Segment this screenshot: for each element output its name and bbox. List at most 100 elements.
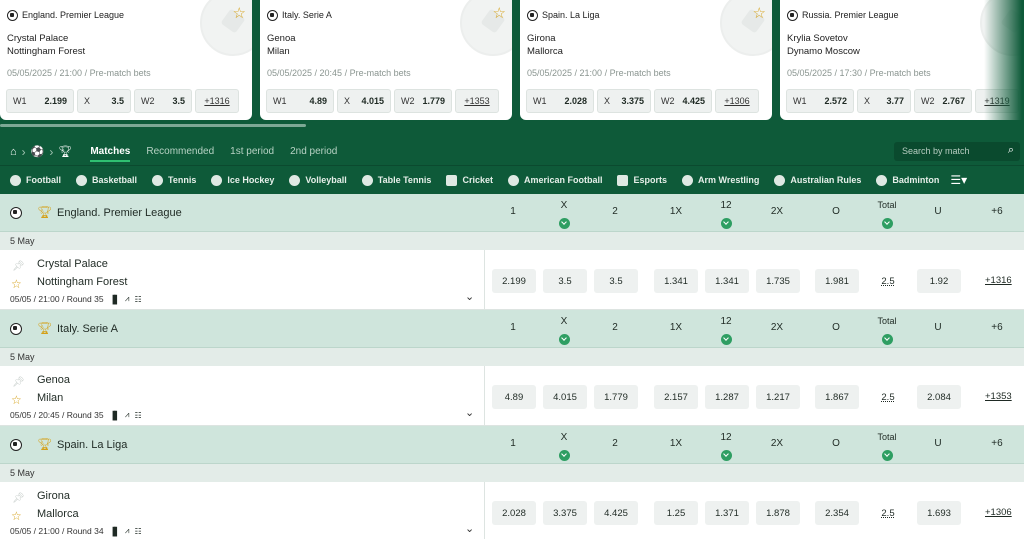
pin-icon[interactable]: 📌︎ (12, 261, 25, 272)
odd-cell[interactable]: 1.217 (756, 385, 800, 409)
sport-australian-rules[interactable]: Australian Rules (774, 174, 861, 186)
odd-w1-button[interactable]: W1 2.199 (6, 89, 74, 113)
chevron-down-icon[interactable] (721, 218, 732, 229)
expand-chevron-icon[interactable]: ⌄ (465, 406, 474, 419)
odd-cell[interactable]: 1.779 (594, 385, 638, 409)
odd-cell[interactable]: 2.084 (917, 385, 961, 409)
away-team[interactable]: Mallorca (37, 508, 79, 520)
search-icon[interactable]: ⌕ (1008, 144, 1014, 157)
odd-cell[interactable]: 1.867 (815, 385, 859, 409)
odd-cell[interactable]: 1.287 (705, 385, 749, 409)
chevron-down-icon[interactable] (721, 450, 732, 461)
away-team[interactable]: Milan (37, 392, 63, 404)
odd-x-button[interactable]: X 4.015 (337, 89, 391, 113)
carousel-scrollbar[interactable] (0, 124, 306, 127)
odd-cell[interactable]: 4.89 (492, 385, 536, 409)
chart-icon[interactable]: ⩘ (125, 526, 129, 536)
sport-table-tennis[interactable]: Table Tennis (361, 174, 431, 186)
favorite-star-icon[interactable]: ☆ (233, 6, 246, 21)
odd-cell[interactable]: 1.371 (705, 501, 749, 525)
more-markets-link[interactable]: +1316 (195, 89, 239, 113)
sport-football[interactable]: Football (10, 174, 61, 186)
more-markets-link[interactable]: +1306 (985, 507, 1012, 518)
match-row[interactable]: 📌︎ ☆ Genoa Milan 05/05 / 20:45 / Round 35 ▐▌ ⩘… (0, 366, 1024, 426)
odd-cell[interactable]: 3.5 (594, 269, 638, 293)
odd-w2-button[interactable]: W2 1.779 (394, 89, 452, 113)
chevron-down-icon[interactable] (721, 334, 732, 345)
tab-1st-period[interactable]: 1st period (230, 146, 274, 157)
league-header[interactable]: 🏆︎ England. Premier League 1 X 2 1X 12 2X O Total… (0, 194, 1024, 232)
favorite-star-icon[interactable]: ☆ (11, 393, 22, 407)
featured-card[interactable]: England. Premier League ☆ Crystal Palace… (0, 0, 252, 120)
home-team[interactable]: Girona (37, 490, 70, 502)
sports-menu-icon[interactable]: ☰▾ (950, 173, 967, 187)
stats-icon[interactable]: ▐▌ (110, 295, 120, 304)
odd-cell[interactable]: 1.693 (917, 501, 961, 525)
odd-w1-button[interactable]: W1 2.572 (786, 89, 854, 113)
pin-icon[interactable]: 📌︎ (12, 377, 25, 388)
sport-cricket[interactable]: Cricket (446, 174, 493, 186)
featured-card[interactable]: Italy. Serie A ☆ Genoa Milan 05/05/2025 /… (260, 0, 512, 120)
search-input[interactable]: Search by match ⌕ (894, 142, 1020, 161)
featured-card[interactable]: Spain. La Liga ☆ Girona Mallorca 05/05/20… (520, 0, 772, 120)
tab-2nd-period[interactable]: 2nd period (290, 146, 337, 157)
favorite-star-icon[interactable]: ☆ (11, 277, 22, 291)
odd-cell[interactable]: 1.25 (654, 501, 698, 525)
chevron-down-icon[interactable] (559, 450, 570, 461)
match-row[interactable]: 📌︎ ☆ Girona Mallorca 05/05 / 21:00 / Round 3… (0, 482, 1024, 539)
odd-cell[interactable]: 1.735 (756, 269, 800, 293)
odd-x-button[interactable]: X 3.375 (597, 89, 651, 113)
more-markets-link[interactable]: +1306 (715, 89, 759, 113)
chart-icon[interactable]: ⩘ (125, 294, 129, 304)
odd-cell[interactable]: 1.878 (756, 501, 800, 525)
sport-ice-hockey[interactable]: Ice Hockey (211, 174, 274, 186)
odd-w1-button[interactable]: W1 2.028 (526, 89, 594, 113)
chevron-down-icon[interactable] (882, 218, 893, 229)
stats-icon[interactable]: ▐▌ (110, 411, 120, 420)
list-icon[interactable]: ☷ (134, 527, 141, 536)
home-team[interactable]: Genoa (37, 374, 70, 386)
sport-volleyball[interactable]: Volleyball (289, 174, 347, 186)
odd-cell[interactable]: 3.375 (543, 501, 587, 525)
stats-icon[interactable]: ▐▌ (110, 527, 120, 536)
odd-cell[interactable]: 4.425 (594, 501, 638, 525)
odd-cell[interactable]: 3.5 (543, 269, 587, 293)
odd-cell[interactable]: 1.92 (917, 269, 961, 293)
trophy-icon[interactable]: 🏆︎ (58, 145, 72, 158)
odd-w2-button[interactable]: W2 4.425 (654, 89, 712, 113)
football-icon[interactable]: ⚽ (31, 145, 45, 158)
match-row[interactable]: 📌︎ ☆ Crystal Palace Nottingham Forest 05/05 … (0, 250, 1024, 310)
chevron-down-icon[interactable] (559, 334, 570, 345)
league-header[interactable]: 🏆︎ Spain. La Liga 1 X 2 1X 12 2X O Total U +6 (0, 426, 1024, 464)
more-markets-link[interactable]: +1316 (985, 275, 1012, 286)
more-markets-link[interactable]: +1353 (455, 89, 499, 113)
sport-esports[interactable]: Esports (617, 174, 667, 186)
expand-chevron-icon[interactable]: ⌄ (465, 522, 474, 535)
tab-matches[interactable]: Matches (90, 141, 131, 162)
odd-cell[interactable]: 2.157 (654, 385, 698, 409)
home-team[interactable]: Crystal Palace (37, 258, 108, 270)
odd-w1-button[interactable]: W1 4.89 (266, 89, 334, 113)
sport-arm-wrestling[interactable]: Arm Wrestling (682, 174, 759, 186)
tab-recommended[interactable]: Recommended (146, 146, 214, 157)
league-header[interactable]: 🏆︎ Italy. Serie A 1 X 2 1X 12 2X O Total U +6 (0, 310, 1024, 348)
odd-cell[interactable]: 4.015 (543, 385, 587, 409)
sport-tennis[interactable]: Tennis (152, 174, 196, 186)
chevron-down-icon[interactable] (882, 334, 893, 345)
odd-x-button[interactable]: X 3.5 (77, 89, 131, 113)
favorite-star-icon[interactable]: ☆ (493, 6, 506, 21)
sport-american-football[interactable]: American Football (507, 174, 602, 186)
sport-basketball[interactable]: Basketball (76, 174, 137, 186)
odd-w2-button[interactable]: W2 3.5 (134, 89, 192, 113)
list-icon[interactable]: ☷ (134, 295, 141, 304)
odd-cell[interactable]: 1.341 (654, 269, 698, 293)
favorite-star-icon[interactable]: ☆ (753, 6, 766, 21)
sport-badminton[interactable]: Badminton (876, 174, 939, 186)
odd-w2-button[interactable]: W2 2.767 (914, 89, 972, 113)
chevron-down-icon[interactable] (882, 450, 893, 461)
chevron-down-icon[interactable] (559, 218, 570, 229)
odd-x-button[interactable]: X 3.77 (857, 89, 911, 113)
pin-icon[interactable]: 📌︎ (12, 493, 25, 504)
list-icon[interactable]: ☷ (134, 411, 141, 420)
odd-cell[interactable]: 2.354 (815, 501, 859, 525)
